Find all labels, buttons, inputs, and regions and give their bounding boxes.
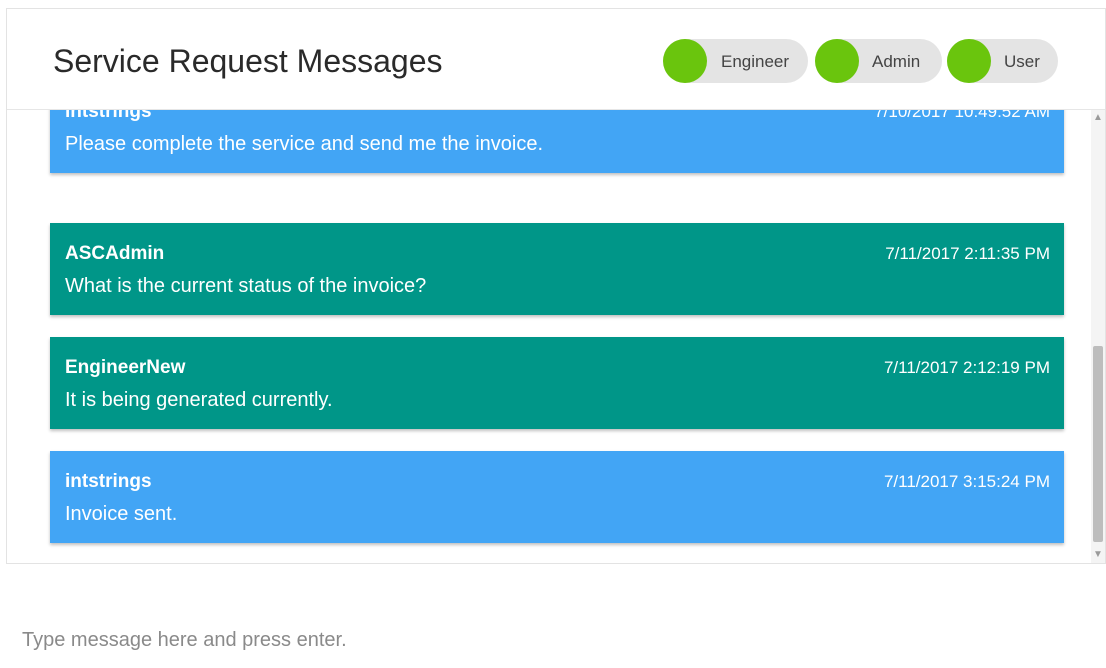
service-request-messages-card: Service Request Messages Engineer Admin …	[6, 8, 1106, 564]
message-timestamp: 7/11/2017 3:15:24 PM	[883, 472, 1050, 491]
message-author: intstrings	[65, 471, 152, 492]
page-title: Service Request Messages	[53, 43, 443, 79]
card-header: Service Request Messages Engineer Admin …	[7, 9, 1105, 110]
message-item: intstrings 7/11/2017 3:15:24 PM Invoice …	[50, 451, 1064, 543]
message-author: EngineerNew	[65, 357, 186, 378]
message-timestamp: 7/10/2017 10:49:52 AM	[874, 110, 1050, 121]
role-chip-label: Engineer	[721, 52, 790, 71]
message-timestamp: 7/11/2017 2:11:35 PM	[885, 244, 1050, 263]
role-chip-admin[interactable]: Admin	[815, 39, 942, 83]
online-status-icon	[815, 39, 859, 83]
scroll-down-icon[interactable]: ▼	[1091, 547, 1105, 563]
role-chip-label: Admin	[872, 52, 921, 71]
message-list-scrollbar[interactable]: ▲ ▼	[1091, 110, 1105, 563]
message-text: What is the current status of the invoic…	[65, 275, 427, 297]
scroll-up-icon[interactable]: ▲	[1091, 110, 1105, 126]
message-item: EngineerNew 7/11/2017 2:12:19 PM It is b…	[50, 337, 1064, 429]
role-chip-user[interactable]: User	[947, 39, 1058, 83]
message-timestamp: 7/11/2017 2:12:19 PM	[883, 358, 1050, 377]
message-input[interactable]	[22, 626, 1082, 654]
message-author: ASCAdmin	[65, 243, 165, 264]
role-chip-engineer[interactable]: Engineer	[663, 39, 808, 83]
message-text: Please complete the service and send me …	[65, 133, 544, 155]
message-text: Invoice sent.	[65, 503, 178, 525]
online-status-icon	[663, 39, 707, 83]
online-status-icon	[947, 39, 991, 83]
message-composer	[0, 600, 1106, 668]
message-author: intstrings	[65, 110, 152, 122]
message-text: It is being generated currently.	[65, 389, 333, 411]
message-item: intstrings 7/10/2017 10:49:52 AM Please …	[50, 110, 1064, 173]
message-list[interactable]: intstrings 7/10/2017 10:49:52 AM Please …	[7, 110, 1105, 563]
role-chip-label: User	[1004, 52, 1040, 71]
message-item: ASCAdmin 7/11/2017 2:11:35 PM What is th…	[50, 223, 1064, 315]
scrollbar-thumb[interactable]	[1093, 346, 1103, 542]
